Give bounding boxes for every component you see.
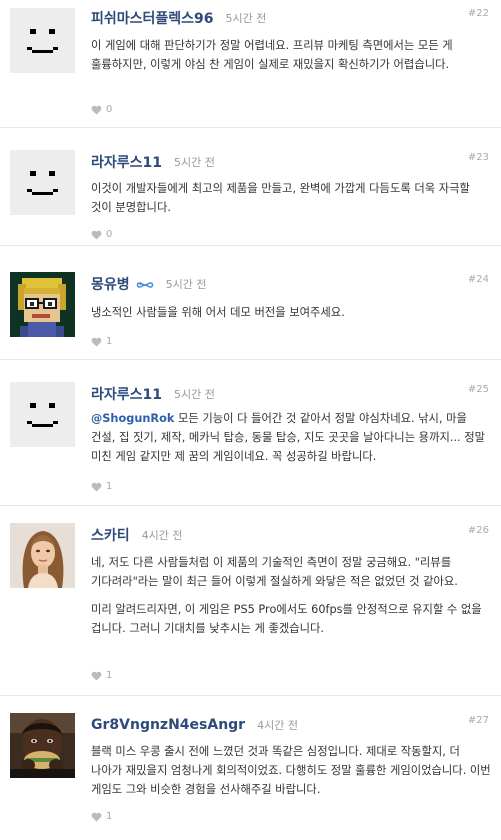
comment: Gr8VngnzN4esAngr 4시간 전 #27 블랙 미스 우콩 출시 전…	[0, 696, 501, 840]
like-button[interactable]: 1	[91, 670, 112, 681]
heart-icon	[91, 105, 102, 115]
like-count: 0	[106, 104, 113, 115]
like-button[interactable]: 1	[91, 481, 112, 492]
avatar[interactable]	[10, 523, 75, 588]
comment-paragraph: 블랙 미스 우콩 출시 전에 느꼈던 것과 똑같은 심정입니다. 제대로 작동할…	[91, 745, 491, 796]
comment-body: 네, 저도 다른 사람들처럼 이 제품의 기술적인 측면이 정말 궁금해요. "…	[91, 553, 491, 638]
comment-number[interactable]: #23	[468, 152, 489, 163]
comment-author[interactable]: 피쉬마스터플렉스96	[91, 8, 214, 28]
comment-body: 이 게임에 대해 판단하기가 정말 어렵네요. 프리뷰 마케팅 측면에서는 모든…	[91, 36, 491, 74]
like-button[interactable]: 0	[91, 104, 112, 115]
heart-icon	[91, 482, 102, 492]
like-count: 1	[106, 670, 113, 681]
comment-time[interactable]: 5시간 전	[166, 276, 207, 292]
comment-author[interactable]: 라자루스11	[91, 152, 162, 172]
comment: 피쉬마스터플렉스96 5시간 전 #22 이 게임에 대해 판단하기가 정말 어…	[0, 0, 501, 128]
comment-number[interactable]: #27	[468, 715, 489, 726]
like-count: 1	[106, 811, 113, 822]
smiley-avatar-icon	[27, 29, 58, 53]
comment: 라자루스11 5시간 전 #23 이것이 개발자들에게 최고의 제품을 만들고,…	[0, 128, 501, 246]
avatar[interactable]	[10, 713, 75, 778]
heart-icon	[91, 812, 102, 822]
avatar[interactable]	[10, 150, 75, 215]
comment-time[interactable]: 5시간 전	[174, 386, 215, 402]
heart-icon	[91, 671, 102, 681]
comment-number[interactable]: #26	[468, 525, 489, 536]
avatar[interactable]	[10, 382, 75, 447]
like-button[interactable]: 1	[91, 336, 112, 347]
comment-author[interactable]: Gr8VngnzN4esAngr	[91, 717, 245, 733]
comment: 라자루스11 5시간 전 #25 @ShogunRok 모든 기능이 다 들어간…	[0, 360, 501, 506]
comment-paragraph: 냉소적인 사람들을 위해 어서 데모 버전을 보여주세요.	[91, 306, 345, 319]
like-button[interactable]: 0	[91, 229, 112, 240]
comment: 몽유병 5시간 전 #24 냉소적인 사람들을 위해 어서 데모 버전을 보여주…	[0, 246, 501, 360]
comment-paragraph: 네, 저도 다른 사람들처럼 이 제품의 기술적인 측면이 정말 궁금해요. "…	[91, 556, 458, 588]
man-eating-photo-avatar-icon	[10, 713, 75, 778]
comment-body: 이것이 개발자들에게 최고의 제품을 만들고, 완벽에 가깝게 다듬도록 더욱 …	[91, 179, 491, 217]
comment-author[interactable]: 스카티	[91, 525, 130, 545]
comment: 스카티 4시간 전 #26 네, 저도 다른 사람들처럼 이 제품의 기술적인 …	[0, 506, 501, 696]
comment-time[interactable]: 4시간 전	[142, 527, 183, 543]
like-count: 1	[106, 481, 113, 492]
comment-body: 블랙 미스 우콩 출시 전에 느꼈던 것과 똑같은 심정입니다. 제대로 작동할…	[91, 742, 491, 799]
heart-icon	[91, 230, 102, 240]
comment-paragraph: 미리 알려드리자면, 이 게임은 PS5 Pro에서도 60fps를 안정적으로…	[91, 603, 482, 635]
like-count: 0	[106, 229, 113, 240]
comment-paragraph: 이 게임에 대해 판단하기가 정말 어렵네요. 프리뷰 마케팅 측면에서는 모든…	[91, 39, 453, 71]
comment-time[interactable]: 5시간 전	[174, 154, 215, 170]
comment-author[interactable]: 몽유병	[91, 274, 130, 294]
comment-time[interactable]: 4시간 전	[257, 717, 298, 733]
smiley-avatar-icon	[27, 171, 58, 195]
pixel-character-avatar-icon	[10, 272, 75, 337]
user-mention-link[interactable]: @ShogunRok	[91, 412, 174, 425]
comment-body: 냉소적인 사람들을 위해 어서 데모 버전을 보여주세요.	[91, 303, 491, 322]
infinity-icon	[136, 275, 154, 294]
comment-number[interactable]: #24	[468, 274, 489, 285]
like-button[interactable]: 1	[91, 811, 112, 822]
comment-time[interactable]: 5시간 전	[226, 10, 267, 26]
comment-paragraph: @ShogunRok 모든 기능이 다 들어간 것 같아서 정말 야심차네요. …	[91, 409, 491, 466]
heart-icon	[91, 337, 102, 347]
avatar[interactable]	[10, 272, 75, 337]
woman-photo-avatar-icon	[10, 523, 75, 588]
comment-number[interactable]: #22	[468, 8, 489, 19]
avatar[interactable]	[10, 8, 75, 73]
like-count: 1	[106, 336, 113, 347]
comment-number[interactable]: #25	[468, 384, 489, 395]
comment-author[interactable]: 라자루스11	[91, 384, 162, 404]
smiley-avatar-icon	[27, 403, 58, 427]
comment-body: @ShogunRok 모든 기능이 다 들어간 것 같아서 정말 야심차네요. …	[91, 409, 491, 466]
comment-paragraph: 이것이 개발자들에게 최고의 제품을 만들고, 완벽에 가깝게 다듬도록 더욱 …	[91, 182, 470, 214]
